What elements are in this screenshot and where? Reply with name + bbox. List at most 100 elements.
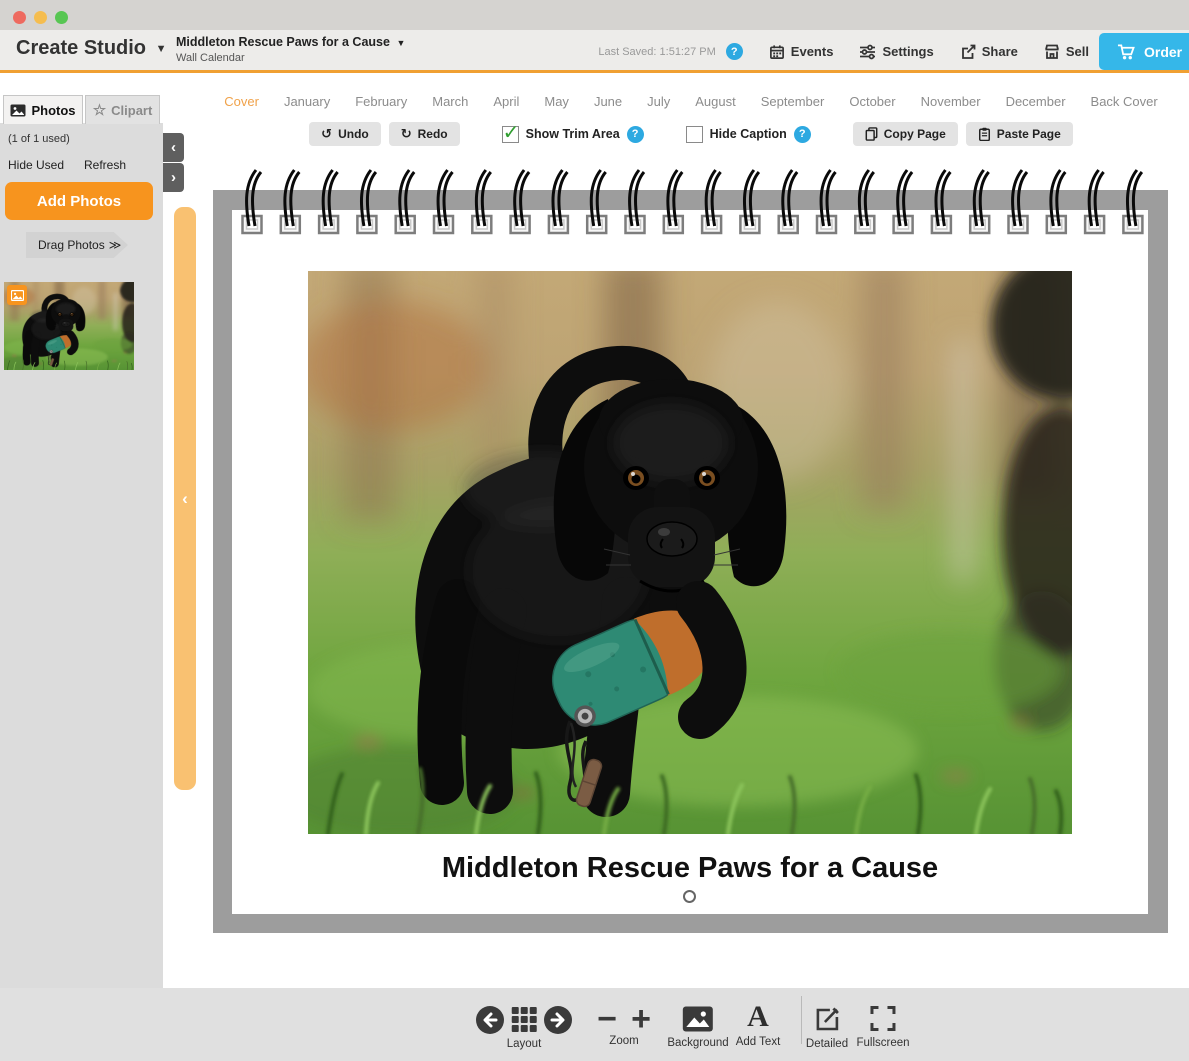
order-button[interactable]: Order [1099,33,1189,70]
tab-august[interactable]: August [695,94,735,109]
tab-back-cover[interactable]: Back Cover [1091,94,1158,109]
share-button[interactable]: Share [960,44,1018,60]
app-title-menu[interactable]: Create Studio ▼ [16,37,166,60]
hide-caption-group: Hide Caption ? [686,126,811,143]
paste-icon [978,127,991,141]
paste-page-button[interactable]: Paste Page [966,122,1073,146]
sidebar-collapse-left-button[interactable]: ‹ [163,133,184,162]
show-trim-area-help-icon[interactable]: ? [627,126,644,143]
app-title-label: Create Studio [16,37,146,59]
toolbar-divider [801,996,802,1044]
tab-april[interactable]: April [493,94,519,109]
zoom-window-button[interactable] [55,11,68,24]
background-label: Background [667,1037,728,1049]
sidebar-collapse-right-button[interactable]: › [163,163,184,192]
tab-cover[interactable]: Cover [224,94,259,109]
drag-photos-hint: Drag Photos ≫ [26,232,128,258]
background-button[interactable]: Background [667,1006,728,1049]
star-icon: ☆ [93,101,106,119]
photo-used-badge [7,285,27,305]
project-title-menu[interactable]: Middleton Rescue Paws for a Cause ▼ [176,35,405,49]
sell-label: Sell [1066,44,1089,59]
undo-button[interactable]: ↺ Undo [309,122,381,146]
image-icon [683,1006,714,1032]
minus-icon: − [597,1006,617,1032]
events-label: Events [791,44,834,59]
fullscreen-label: Fullscreen [856,1037,909,1049]
detailed-button[interactable]: Detailed [806,1005,848,1050]
last-saved-help-icon[interactable]: ? [726,43,743,60]
minimize-window-button[interactable] [34,11,47,24]
hide-used-link[interactable]: Hide Used [8,158,64,172]
tab-march[interactable]: March [432,94,468,109]
drag-photos-label: Drag Photos [38,238,105,252]
add-text-button[interactable]: A Add Text [736,1003,781,1048]
tab-july[interactable]: July [647,94,670,109]
undo-label: Undo [338,127,369,141]
double-chevron-right-icon: ≫ [109,238,122,252]
tab-november[interactable]: November [921,94,981,109]
puppy-photo-image [308,271,1072,834]
chevron-left-icon: ‹ [182,489,188,509]
plus-icon: + [631,1006,651,1032]
previous-page-button[interactable] [475,1005,505,1035]
events-button[interactable]: Events [769,44,834,60]
close-window-button[interactable] [13,11,26,24]
tab-december[interactable]: December [1006,94,1066,109]
photos-sidebar: Photos ☆ Clipart (1 of 1 used) Hide Used… [0,76,163,988]
next-page-button[interactable] [543,1005,573,1035]
last-saved-status: Last Saved: 1:51:27 PM [598,46,715,58]
layout-label: Layout [507,1038,542,1050]
copy-page-button[interactable]: Copy Page [853,122,958,146]
hide-caption-help-icon[interactable]: ? [794,126,811,143]
order-label: Order [1144,44,1182,60]
chevron-down-icon: ▼ [156,43,167,55]
layout-grid-icon [511,1006,538,1033]
tab-october[interactable]: October [849,94,895,109]
tab-clipart[interactable]: ☆ Clipart [85,95,160,124]
zoom-in-button[interactable]: + [631,1006,651,1032]
show-trim-area-label: Show Trim Area [526,127,620,141]
chevron-down-icon: ▼ [396,38,405,48]
tab-september[interactable]: September [761,94,825,109]
share-label: Share [982,44,1018,59]
refresh-link[interactable]: Refresh [84,158,126,172]
bottom-toolbar: Layout − + Zoom Background A Add Text De… [0,988,1189,1061]
arrow-right-circle-icon [543,1005,573,1035]
zoom-out-button[interactable]: − [597,1006,617,1032]
layout-button[interactable]: Layout [507,1006,542,1050]
photo-icon [11,290,24,301]
redo-button[interactable]: ↻ Redo [389,122,460,146]
detailed-label: Detailed [806,1038,848,1050]
page-tabs: Cover January February March April May J… [233,94,1149,109]
tab-january[interactable]: January [284,94,330,109]
project-subtitle: Wall Calendar [176,52,405,64]
project-info: Middleton Rescue Paws for a Cause ▼ Wall… [176,35,405,64]
fullscreen-button[interactable]: Fullscreen [856,1005,909,1049]
photo-thumbnail[interactable] [4,282,134,370]
caption-resize-handle[interactable] [683,890,696,903]
photos-usage-count: (1 of 1 used) [8,133,70,145]
copy-page-label: Copy Page [884,127,946,141]
settings-button[interactable]: Settings [859,44,933,60]
cover-caption-text[interactable]: Middleton Rescue Paws for a Cause [232,852,1148,885]
add-photos-button[interactable]: Add Photos [5,182,153,220]
copy-icon [865,127,878,141]
settings-label: Settings [882,44,933,59]
tab-photos[interactable]: Photos [3,95,83,124]
cart-icon [1117,43,1135,60]
sell-button[interactable]: Sell [1044,44,1089,60]
arrow-left-circle-icon [475,1005,505,1035]
cover-photo[interactable] [308,271,1072,834]
tab-february[interactable]: February [355,94,407,109]
hide-caption-checkbox[interactable] [686,126,703,143]
tab-photos-label: Photos [31,103,75,118]
tab-june[interactable]: June [594,94,622,109]
panel-drawer-handle[interactable]: ‹ [174,207,196,790]
show-trim-area-group: Show Trim Area ? [502,126,644,143]
show-trim-area-checkbox[interactable] [502,126,519,143]
share-icon [960,44,976,60]
page-toolbar: ↺ Undo ↻ Redo Show Trim Area ? Hide Capt… [233,121,1149,147]
storefront-icon [1044,44,1060,60]
tab-may[interactable]: May [544,94,569,109]
